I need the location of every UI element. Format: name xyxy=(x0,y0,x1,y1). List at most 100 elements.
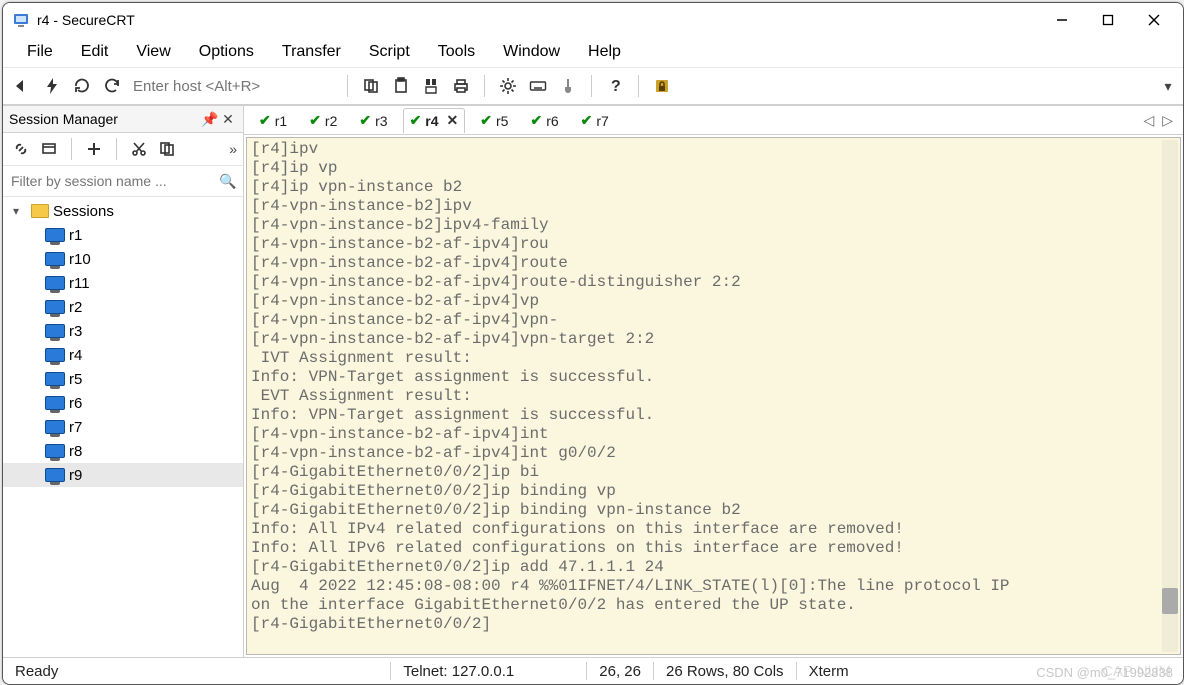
session-tree: ▾ Sessions r1r10 r11 r2 r3 r4 r5 r6 r7 r8 r9 xyxy=(3,197,243,657)
reconnect-icon[interactable] xyxy=(69,73,95,99)
window-minimize-button[interactable] xyxy=(1039,5,1085,35)
session-item-label: r6 xyxy=(69,395,82,412)
tab-label: r3 xyxy=(375,113,387,129)
session-item-r3[interactable]: r3 xyxy=(3,319,243,343)
keyboard-icon[interactable] xyxy=(525,73,551,99)
paste-icon[interactable] xyxy=(388,73,414,99)
new-session-icon[interactable] xyxy=(37,137,61,161)
link-icon[interactable] xyxy=(9,137,33,161)
chevron-down-icon[interactable]: ▾ xyxy=(13,204,27,218)
check-icon: ✔ xyxy=(359,112,371,129)
statusbar: Ready Telnet: 127.0.0.1 26, 26 26 Rows, … xyxy=(3,657,1183,684)
monitor-icon xyxy=(45,420,65,434)
tab-scroll-left-icon[interactable]: ◁ xyxy=(1143,112,1154,129)
session-item-r9[interactable]: r9 xyxy=(3,463,243,487)
monitor-icon xyxy=(45,300,65,314)
status-term-type: Xterm xyxy=(797,663,861,680)
print-icon[interactable] xyxy=(448,73,474,99)
tree-root-sessions[interactable]: ▾ Sessions xyxy=(3,199,243,223)
toolbar: ? ▾ xyxy=(3,67,1183,105)
cut-icon[interactable] xyxy=(127,137,151,161)
close-tab-icon[interactable]: ✕ xyxy=(447,112,459,129)
connect-bar-reconnect-icon[interactable] xyxy=(99,73,125,99)
tab-label: r7 xyxy=(596,113,608,129)
session-item-label: r2 xyxy=(69,299,82,316)
search-icon[interactable]: 🔍 xyxy=(219,173,237,190)
session-item-label: r7 xyxy=(69,419,82,436)
host-input[interactable] xyxy=(129,74,337,98)
expand-panel-button[interactable]: » xyxy=(229,141,237,157)
scrollbar-track[interactable] xyxy=(1162,140,1178,652)
tab-r2[interactable]: ✔r2 xyxy=(302,108,344,133)
keymap-icon[interactable] xyxy=(555,73,581,99)
session-item-r7[interactable]: r7 xyxy=(3,415,243,439)
session-manager-panel: Session Manager 📌 ✕ » 🔍 ▾Sessionsr1r10r1… xyxy=(3,106,244,657)
settings-icon[interactable] xyxy=(495,73,521,99)
session-item-r5[interactable]: r5 xyxy=(3,367,243,391)
session-item-r4[interactable]: r4 xyxy=(3,343,243,367)
terminal[interactable]: [r4]ipv [r4]ip vp [r4]ip vpn-instance b2… xyxy=(246,137,1181,655)
titlebar: r4 - SecureCRT xyxy=(3,3,1183,37)
session-item-r1[interactable]: r1 xyxy=(3,223,243,247)
quick-connect-icon[interactable] xyxy=(39,73,65,99)
menu-transfer[interactable]: Transfer xyxy=(268,39,355,65)
check-icon: ✔ xyxy=(581,112,593,129)
menu-window[interactable]: Window xyxy=(489,39,574,65)
monitor-icon xyxy=(45,372,65,386)
copy-icon[interactable] xyxy=(358,73,384,99)
lock-session-icon[interactable] xyxy=(649,73,675,99)
tab-r3[interactable]: ✔r3 xyxy=(352,108,394,133)
session-item-r2[interactable]: r2 xyxy=(3,295,243,319)
monitor-icon xyxy=(45,324,65,338)
tab-label: r2 xyxy=(325,113,337,129)
tab-r7[interactable]: ✔r7 xyxy=(574,108,616,133)
copy-session-icon[interactable] xyxy=(155,137,179,161)
check-icon: ✔ xyxy=(410,112,422,129)
monitor-icon xyxy=(45,252,65,266)
menu-edit[interactable]: Edit xyxy=(67,39,123,65)
find-icon[interactable] xyxy=(418,73,444,99)
session-item-r8[interactable]: r8 xyxy=(3,439,243,463)
session-item-label: r8 xyxy=(69,443,82,460)
window-maximize-button[interactable] xyxy=(1085,5,1131,35)
menu-script[interactable]: Script xyxy=(355,39,424,65)
monitor-icon xyxy=(45,276,65,290)
menu-tools[interactable]: Tools xyxy=(424,39,489,65)
menu-help[interactable]: Help xyxy=(574,39,635,65)
toolbar-separator xyxy=(347,75,348,97)
monitor-icon xyxy=(45,444,65,458)
session-item-label: r11 xyxy=(69,275,90,292)
tab-scroll-right-icon[interactable]: ▷ xyxy=(1162,112,1173,129)
window-close-button[interactable] xyxy=(1131,5,1177,35)
status-connection: Telnet: 127.0.0.1 xyxy=(391,663,526,680)
scrollbar-thumb[interactable] xyxy=(1162,588,1178,614)
menubar: FileEditViewOptionsTransferScriptToolsWi… xyxy=(3,37,1183,67)
connect-icon[interactable] xyxy=(9,73,35,99)
session-item-r11[interactable]: r11 xyxy=(3,271,243,295)
monitor-icon xyxy=(45,468,65,482)
session-item-r10[interactable]: r10 xyxy=(3,247,243,271)
toolbar-separator xyxy=(591,75,592,97)
tree-root-label: Sessions xyxy=(53,203,114,220)
session-item-r6[interactable]: r6 xyxy=(3,391,243,415)
menu-view[interactable]: View xyxy=(122,39,184,65)
session-filter-input[interactable] xyxy=(9,172,219,190)
session-item-label: r4 xyxy=(69,347,82,364)
tabbar: ✔r1✔r2✔r3✔r4✕✔r5✔r6✔r7◁▷ xyxy=(244,106,1183,135)
window-title: r4 - SecureCRT xyxy=(37,12,135,28)
help-icon[interactable]: ? xyxy=(602,73,628,99)
tab-r5[interactable]: ✔r5 xyxy=(473,108,515,133)
folder-icon xyxy=(31,204,49,218)
menu-file[interactable]: File xyxy=(13,39,67,65)
close-panel-icon[interactable]: ✕ xyxy=(219,111,237,128)
add-icon[interactable] xyxy=(82,137,106,161)
toolbar-overflow-button[interactable]: ▾ xyxy=(1159,78,1177,95)
menu-options[interactable]: Options xyxy=(185,39,268,65)
tab-r1[interactable]: ✔r1 xyxy=(252,108,294,133)
status-size: 26 Rows, 80 Cols xyxy=(654,663,796,680)
tab-label: r5 xyxy=(496,113,508,129)
tab-r6[interactable]: ✔r6 xyxy=(523,108,565,133)
tab-r4[interactable]: ✔r4✕ xyxy=(403,108,466,133)
pin-icon[interactable]: 📌 xyxy=(201,111,219,128)
app-icon xyxy=(13,12,29,28)
